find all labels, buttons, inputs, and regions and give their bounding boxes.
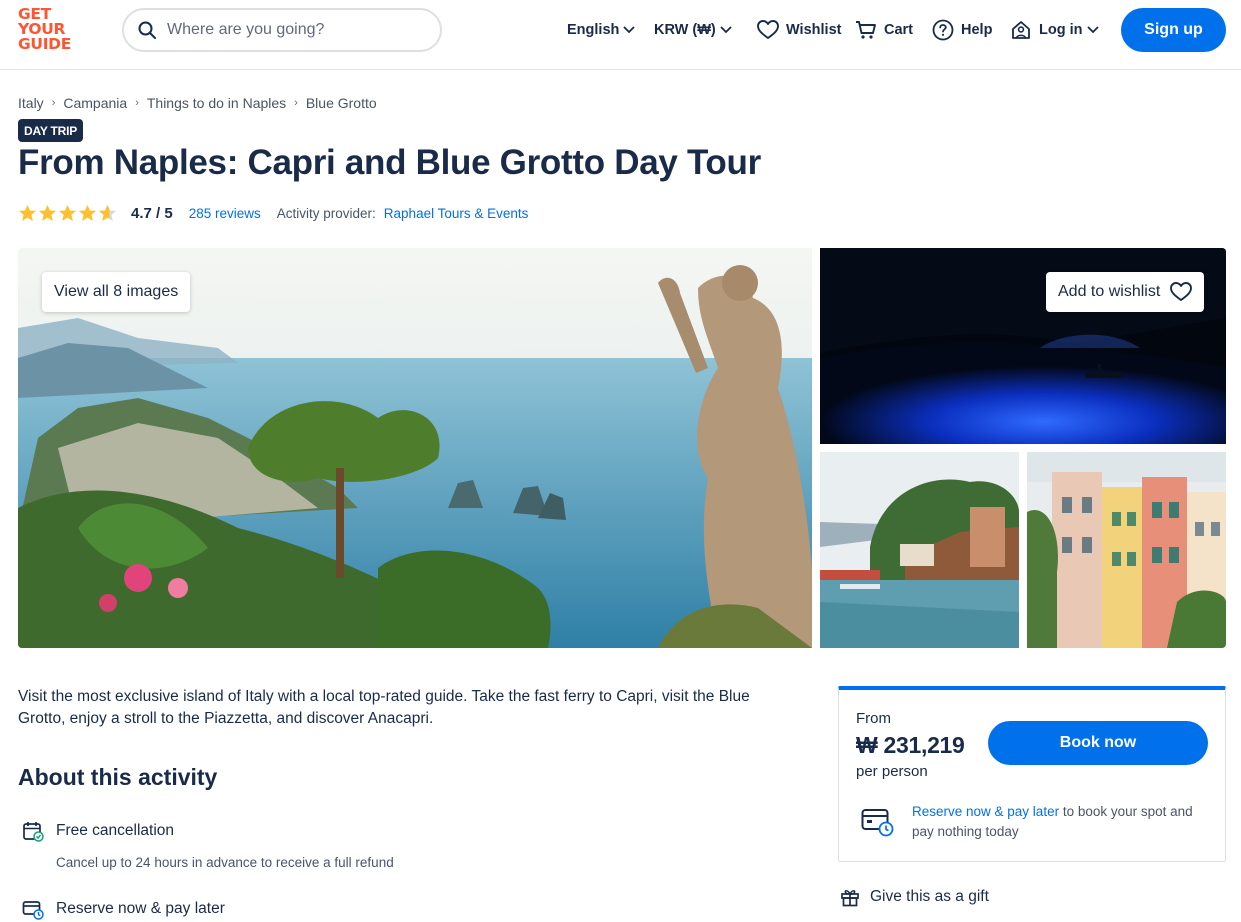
reviews-link[interactable]: 285 reviews	[189, 206, 261, 221]
view-all-images-button[interactable]: View all 8 images	[42, 272, 191, 312]
feature-reserve-pay-later: Reserve now & pay later	[22, 898, 225, 920]
currency-label: KRW (₩)	[654, 22, 716, 38]
user-home-icon	[1012, 21, 1030, 39]
star-icon	[18, 204, 37, 221]
rating-number: 4.7	[131, 204, 152, 222]
colorful-houses-image	[1027, 452, 1226, 648]
page-title: From Naples: Capri and Blue Grotto Day T…	[18, 143, 761, 182]
signup-button[interactable]: Sign up	[1121, 8, 1226, 52]
logo-line-3: GUIDE	[18, 35, 72, 53]
search-icon	[138, 21, 156, 39]
photo-colorful-houses[interactable]	[1027, 452, 1226, 648]
price-per-label: per person	[856, 763, 928, 780]
getyourguide-logo[interactable]: GET YOUR GUIDE	[18, 6, 78, 55]
help-link[interactable]: Help	[932, 18, 996, 42]
photo-harbor[interactable]	[820, 452, 1019, 648]
book-now-button[interactable]: Book now	[988, 721, 1208, 765]
breadcrumb: Italy › Campania › Things to do in Naple…	[18, 95, 377, 111]
gift-icon	[841, 890, 859, 907]
login-link[interactable]: Log in	[1011, 18, 1099, 42]
currency-selector[interactable]: KRW (₩)	[654, 18, 732, 42]
breadcrumb-italy[interactable]: Italy	[18, 95, 44, 111]
rating-max: / 5	[156, 204, 173, 222]
search-input[interactable]	[167, 21, 417, 39]
activity-summary: Visit the most exclusive island of Italy…	[18, 688, 750, 727]
help-label: Help	[961, 22, 993, 38]
feature-subtitle: Cancel up to 24 hours in advance to rece…	[56, 855, 394, 870]
breadcrumb-separator: ›	[51, 97, 56, 109]
heart-icon	[757, 20, 779, 39]
star-icon	[58, 204, 77, 221]
give-as-gift-label: Give this as a gift	[870, 888, 989, 905]
cart-link[interactable]: Cart	[855, 18, 917, 42]
top-header: GET YOUR GUIDE English KRW (₩) Wishlist …	[0, 0, 1241, 70]
reserve-pay-later-link[interactable]: Reserve now & pay later	[912, 804, 1059, 819]
add-to-wishlist-button[interactable]: Add to wishlist	[1046, 272, 1205, 312]
wishlist-link[interactable]: Wishlist	[757, 18, 845, 42]
reserve-pay-later-note: Reserve now & pay later to book your spo…	[912, 802, 1212, 842]
star-icon	[38, 204, 57, 221]
language-selector[interactable]: English	[567, 18, 636, 42]
breadcrumb-separator: ›	[294, 97, 298, 109]
day-trip-badge: DAY TRIP	[18, 119, 84, 142]
half-star-icon	[98, 204, 117, 221]
login-label: Log in	[1039, 22, 1083, 38]
breadcrumb-things-to-do[interactable]: Things to do in Naples	[147, 95, 286, 111]
star-rating	[18, 204, 117, 222]
booking-card: From ₩ 231,219 per person Book now Reser…	[838, 686, 1226, 862]
rating-row: 4.7 / 5 285 reviews Activity provider: R…	[18, 202, 528, 224]
view-all-images-label: View all 8 images	[54, 283, 179, 300]
chevron-down-icon	[720, 26, 732, 34]
give-as-gift-link[interactable]: Give this as a gift	[840, 887, 989, 907]
add-to-wishlist-label: Add to wishlist	[1058, 283, 1161, 300]
feature-free-cancellation: Free cancellation	[22, 820, 174, 842]
heart-icon	[1170, 282, 1193, 301]
breadcrumb-blue-grotto[interactable]: Blue Grotto	[306, 95, 377, 111]
provider-label: Activity provider:	[276, 205, 376, 221]
about-heading: About this activity	[18, 764, 218, 790]
calendar-check-icon	[23, 822, 44, 842]
chevron-down-icon	[623, 26, 636, 34]
help-icon	[932, 19, 954, 41]
star-icon	[78, 204, 97, 221]
chevron-down-icon	[1086, 26, 1099, 34]
wishlist-label: Wishlist	[786, 22, 842, 38]
cart-label: Cart	[884, 22, 914, 38]
cart-icon	[856, 21, 876, 39]
feature-title: Reserve now & pay later	[56, 900, 225, 917]
breadcrumb-separator: ›	[135, 97, 139, 109]
price-value: ₩ 231,219	[856, 732, 965, 758]
rating-value: 4.7 / 5	[131, 205, 173, 222]
breadcrumb-campania[interactable]: Campania	[63, 95, 127, 111]
feature-title: Free cancellation	[56, 822, 175, 839]
card-clock-icon	[861, 809, 894, 837]
harbor-image	[820, 452, 1019, 648]
price-from-label: From	[856, 710, 891, 727]
language-label: English	[567, 22, 620, 38]
card-clock-icon	[22, 901, 44, 920]
search-box[interactable]	[122, 8, 442, 52]
provider-link[interactable]: Raphael Tours & Events	[384, 206, 529, 221]
